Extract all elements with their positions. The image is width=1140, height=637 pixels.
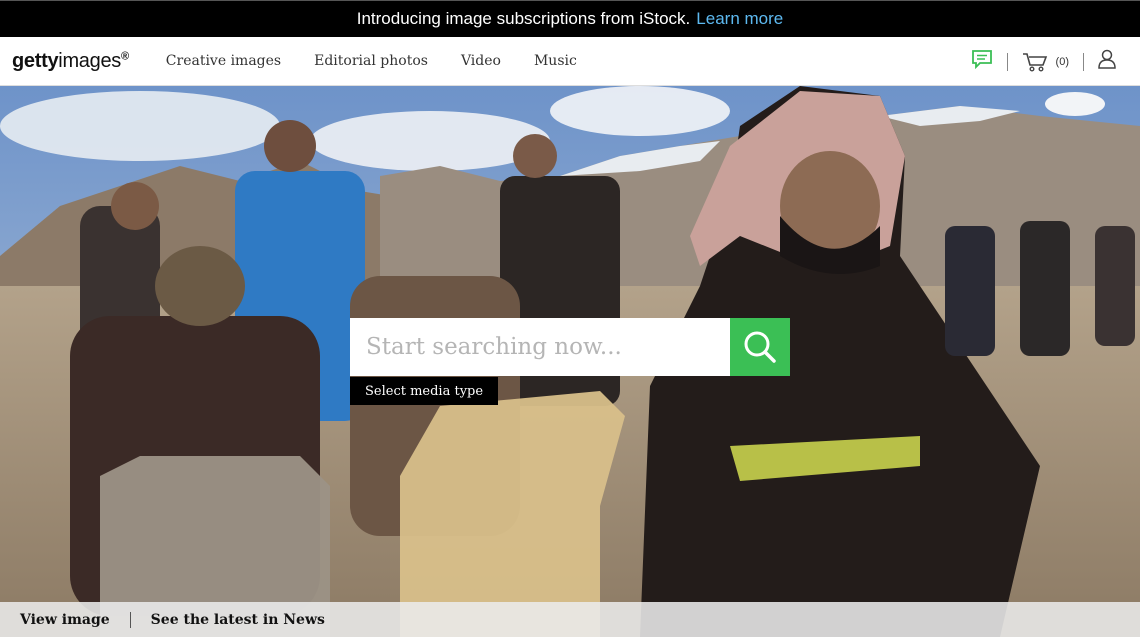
search-bar [350,318,790,376]
gettyimages-logo[interactable]: gettyimages® [12,50,129,73]
nav-creative-images[interactable]: Creative images [166,53,281,69]
promo-banner: Introducing image subscriptions from iSt… [0,0,1140,37]
nav-video[interactable]: Video [461,53,501,69]
site-header: gettyimages® Creative images Editorial p… [0,37,1140,86]
cart-icon[interactable]: (0) [1022,52,1069,72]
user-icon[interactable] [1098,49,1116,74]
logo-mark: ® [120,49,129,62]
latest-news-link[interactable]: See the latest in News [151,612,325,628]
nav-music[interactable]: Music [534,53,577,69]
main-nav: Creative images Editorial photos Video M… [166,53,610,69]
promo-text: Introducing image subscriptions from iSt… [356,9,691,28]
cart-count: (0) [1055,55,1069,68]
logo-rest: images [58,49,121,72]
learn-more-link[interactable]: Learn more [696,9,783,29]
caption-divider [129,611,131,628]
search-button[interactable] [730,318,790,376]
hero-caption-bar: View image See the latest in News [0,602,1140,637]
view-image-link[interactable]: View image [20,612,110,628]
logo-bold: getty [12,49,59,72]
header-actions: (0) [971,37,1116,86]
chat-icon[interactable] [971,49,993,74]
select-media-type[interactable]: Select media type [350,377,499,405]
search-icon [744,331,776,363]
header-divider [1083,52,1084,71]
header-divider [1006,52,1008,71]
nav-editorial-photos[interactable]: Editorial photos [314,53,428,69]
search-input[interactable] [350,318,730,376]
